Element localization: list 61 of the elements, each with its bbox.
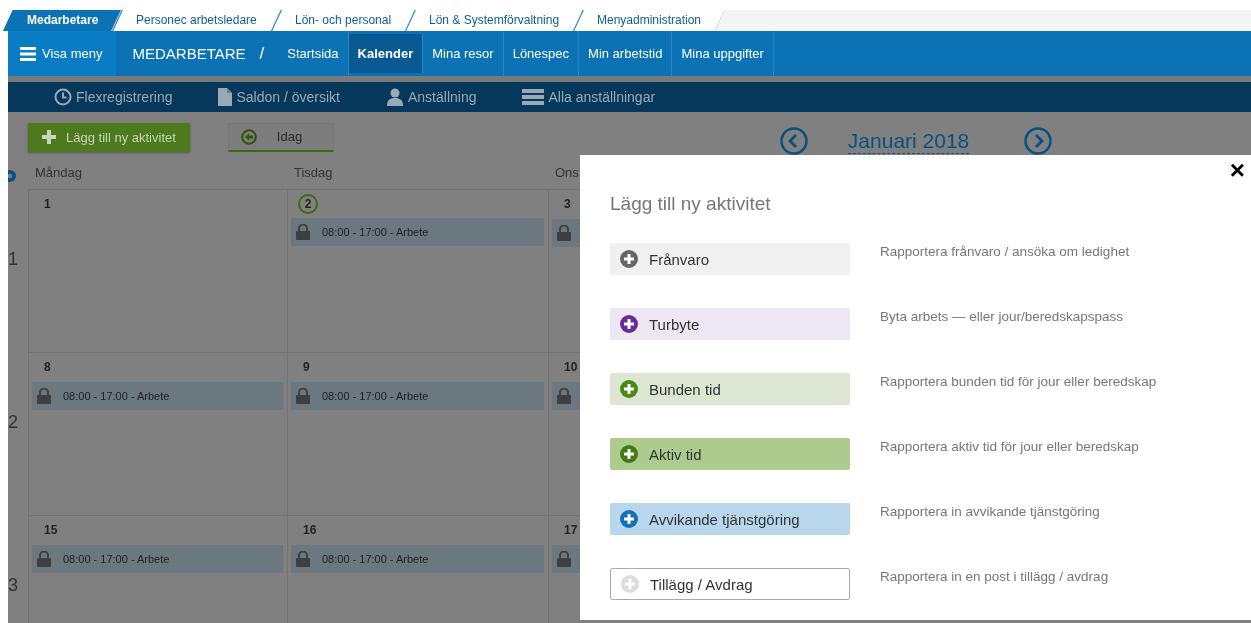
date-number: 2 [298,194,318,214]
option-description: Byta arbets — eller jour/beredskapspass [880,309,1124,324]
activity-option-button[interactable]: Avvikande tjänstgöring [610,503,850,535]
date-number: 8 [44,359,51,376]
app-tab[interactable]: Personec arbetsledare [112,10,281,31]
option-description: Rapportera in en post i tillägg / avdrag [880,569,1109,584]
option-description: Rapportera in avvikande tjänstgöring [880,504,1100,519]
app-tab[interactable]: Lön- och personal [271,10,416,31]
activity-option-button[interactable]: Aktiv tid [610,438,850,470]
breadcrumb-separator: / [259,43,265,64]
subnav-link[interactable]: Saldon / översikt [218,88,340,106]
subnav-link[interactable]: Alla anställningar [522,89,656,105]
date-number: 1 [44,196,51,213]
person-icon [386,88,404,106]
document-icon [218,88,233,106]
activity-option-button[interactable]: Bunden tid [610,373,850,405]
list-icon [522,89,545,105]
calendar-event[interactable]: 08:00 - 17:00 - Arbete [291,218,544,246]
weekday-header: Tisdag [294,165,333,180]
day-cell[interactable]: 16 08:00 - 17:00 - Arbete [287,515,548,623]
date-number: 15 [44,522,58,539]
day-cell[interactable]: 1 [28,189,287,352]
subnav-link[interactable]: Anställning [386,88,477,106]
subnav-link[interactable]: Flexregistrering [54,88,173,106]
option-description: Rapportera frånvaro / ansöka om ledighet [880,244,1130,259]
date-number: 16 [303,522,317,539]
day-cell[interactable]: 9 08:00 - 17:00 - Arbete [287,352,548,515]
plus-icon [42,130,56,144]
weekday-header: Måndag [35,165,82,180]
today-button[interactable]: Idag [227,122,334,152]
calendar-event[interactable]: 08:00 - 17:00 - Arbete [32,545,283,573]
calendar-event[interactable]: 08:00 - 17:00 - Arbete [291,382,544,410]
add-activity-button[interactable]: Lägg till ny aktivitet [28,122,190,152]
app-tab[interactable]: Lön & Systemförvaltning [405,10,584,31]
week-number: 1 [8,249,18,269]
app-tab[interactable]: Menyadministration [573,10,726,31]
close-button[interactable]: × [1225,157,1249,183]
activity-option-button[interactable]: Frånvaro [610,243,850,275]
date-number: 17 [564,522,578,539]
weekday-header: Ons [555,165,579,180]
menu-icon [20,46,36,61]
week-number: 2 [8,412,18,432]
dialog-title: Lägg till ny aktivitet [610,193,772,215]
day-cell[interactable]: 8 08:00 - 17:00 - Arbete [28,352,287,515]
app-tab[interactable]: Medarbetare [3,10,123,31]
nav-link[interactable]: Kalender [348,34,424,73]
day-cell[interactable]: 2 08:00 - 17:00 - Arbete [287,189,548,352]
menu-button[interactable]: Visa meny [8,31,117,76]
activity-option-button[interactable]: Turbyte [610,308,850,340]
date-number: 9 [303,359,310,376]
date-number: 3 [564,196,571,213]
week-number: 3 [8,575,18,595]
activity-option-button[interactable]: Tillägg / Avdrag [610,568,850,600]
option-description: Rapportera bunden tid för jour eller beredskap [880,374,1157,389]
date-number: 10 [564,359,578,376]
calendar-event[interactable]: 08:00 - 17:00 - Arbete [291,545,544,573]
section-title: MEDARBETARE [132,45,246,62]
clock-icon [54,88,72,106]
calendar-event[interactable]: 08:00 - 17:00 - Arbete [32,382,283,410]
option-description: Rapportera aktiv tid för jour eller beredskap [880,439,1139,454]
day-cell[interactable]: 15 08:00 - 17:00 - Arbete [28,515,287,623]
